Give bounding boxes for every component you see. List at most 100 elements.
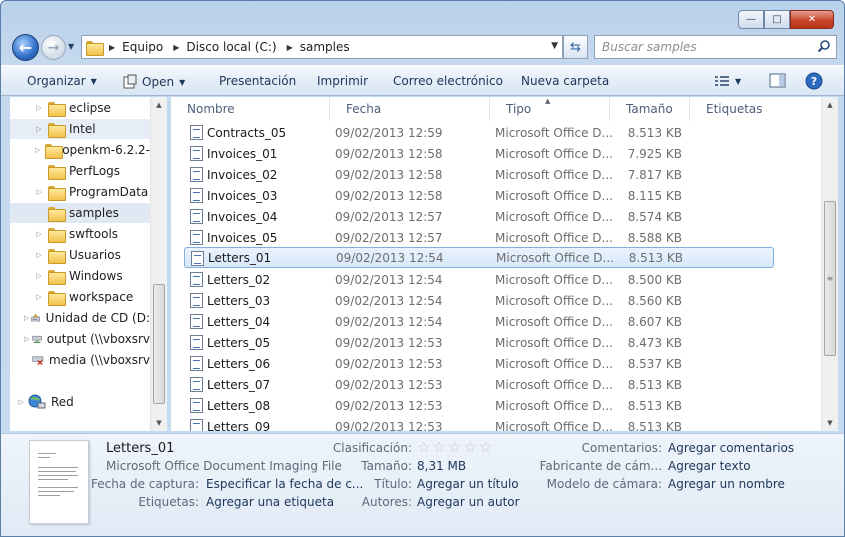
document-imaging-file-icon [190,398,203,413]
nav-item-swftools[interactable]: ▷ swftools [10,224,150,244]
expand-icon[interactable]: ▷ [34,272,44,280]
nav-item-label: openkm-6.2.2- [62,143,150,157]
tags-field[interactable]: Agregar una etiqueta [206,495,334,509]
expand-icon[interactable]: ▷ [24,335,30,343]
slideshow-button[interactable]: Presentación [219,74,296,88]
camera-model-field[interactable]: Agregar un nombre [668,477,785,491]
file-row[interactable]: Invoices_04 09/02/2013 12:57 Microsoft O… [184,206,774,227]
folder-icon [48,206,66,222]
file-row[interactable]: Invoices_02 09/02/2013 12:58 Microsoft O… [184,164,774,185]
column-header-name[interactable]: Nombre [171,97,330,121]
star-icon[interactable]: ☆ [463,440,476,455]
comments-field[interactable]: Agregar comentarios [668,441,794,455]
column-header-date[interactable]: Fecha [330,97,490,121]
file-row[interactable]: Letters_04 09/02/2013 12:54 Microsoft Of… [184,311,774,332]
file-row[interactable]: Letters_07 09/02/2013 12:53 Microsoft Of… [184,374,774,395]
nav-item-network[interactable]: ▷ Red [10,392,150,412]
help-button[interactable]: ? [805,72,823,90]
file-row[interactable]: Contracts_05 09/02/2013 12:59 Microsoft … [184,122,774,143]
file-row[interactable]: Invoices_05 09/02/2013 12:57 Microsoft O… [184,227,774,248]
breadcrumb-disco-local[interactable]: Disco local (C:) [186,40,276,54]
chevron-down-icon: ▼ [90,76,97,86]
nav-item-perflogs[interactable]: PerfLogs [10,161,150,181]
expand-icon[interactable]: ▷ [34,188,44,196]
scroll-up-icon[interactable]: ▲ [151,97,167,113]
address-bar[interactable]: ▶ Equipo ▶ Disco local (C:) ▶ samples ▼ [81,35,563,59]
nav-item-cd-drive[interactable]: ▷ Unidad de CD (D: [10,308,150,328]
file-row[interactable]: Invoices_03 09/02/2013 12:58 Microsoft O… [184,185,774,206]
scroll-up-icon[interactable]: ▲ [822,97,838,113]
nav-item-openkm[interactable]: ▷ openkm-6.2.2- [10,140,150,160]
minimize-button[interactable]: — [738,10,764,29]
column-header-tags[interactable]: Etiquetas [690,97,800,121]
search-icon[interactable] [817,39,831,53]
new-folder-button[interactable]: Nueva carpeta [521,74,609,88]
open-button[interactable]: Open ▼ [122,74,185,90]
search-input[interactable]: Buscar samples [594,35,837,59]
capture-date-field[interactable]: Especificar la fecha de c... [206,477,363,491]
expand-icon[interactable]: ▷ [34,104,44,112]
recent-pages-dropdown[interactable]: ▼ [68,42,74,51]
file-row[interactable]: Letters_09 09/02/2013 12:53 Microsoft Of… [184,416,774,431]
forward-button[interactable]: → [41,35,66,60]
scrollbar-thumb[interactable] [153,284,165,404]
expand-icon[interactable]: ▷ [34,293,44,301]
scrollbar-thumb[interactable]: ≡ [824,201,836,356]
breadcrumb-equipo[interactable]: Equipo [122,40,163,54]
file-row[interactable]: Letters_02 09/02/2013 12:54 Microsoft Of… [184,269,774,290]
nav-item-intel[interactable]: ▷ Intel [10,119,150,139]
document-imaging-file-icon [190,272,203,287]
refresh-button[interactable]: ⇆ [563,35,588,59]
file-row-selected[interactable]: Letters_01 09/02/2013 12:54 Microsoft Of… [184,247,774,268]
nav-item-samples[interactable]: samples [10,203,150,223]
size-value: 8,31 MB [417,459,467,473]
organize-button[interactable]: Organizar ▼ [27,74,97,88]
rating-stars[interactable]: ☆ ☆ ☆ ☆ ☆ [417,440,494,455]
chevron-right-icon[interactable]: ▶ [173,43,179,52]
file-row[interactable]: Letters_03 09/02/2013 12:54 Microsoft Of… [184,290,774,311]
title-field[interactable]: Agregar un título [417,477,519,491]
file-row[interactable]: Letters_06 09/02/2013 12:53 Microsoft Of… [184,353,774,374]
expand-icon[interactable]: ▷ [34,146,41,154]
nav-item-eclipse[interactable]: ▷ eclipse [10,98,150,118]
star-icon[interactable]: ☆ [417,440,430,455]
star-icon[interactable]: ☆ [432,440,445,455]
help-icon: ? [805,72,823,90]
file-list-scrollbar[interactable]: ▲ ≡ ▼ [821,97,838,431]
camera-maker-field[interactable]: Agregar texto [668,459,751,473]
chevron-right-icon[interactable]: ▶ [109,43,115,52]
back-button[interactable]: ← [12,34,39,61]
view-options-button[interactable]: ▼ [714,74,741,88]
nav-item-usuarios[interactable]: ▷ Usuarios [10,245,150,265]
close-button[interactable]: ✕ [790,10,834,29]
nav-item-workspace[interactable]: ▷ workspace [10,287,150,307]
expand-icon[interactable]: ▷ [34,125,44,133]
star-icon[interactable]: ☆ [479,440,492,455]
file-row[interactable]: Letters_05 09/02/2013 12:53 Microsoft Of… [184,332,774,353]
expand-icon[interactable]: ▷ [34,251,44,259]
nav-item-media-share[interactable]: media (\\vboxsrv [10,350,150,370]
file-row[interactable]: Invoices_01 09/02/2013 12:58 Microsoft O… [184,143,774,164]
nav-item-programdata[interactable]: ▷ ProgramData [10,182,150,202]
column-header-size[interactable]: Tamaño [610,97,690,121]
nav-item-output-share[interactable]: ▷ output (\\vboxsrv [10,329,150,349]
address-dropdown-icon[interactable]: ▼ [551,41,558,51]
file-date: 09/02/2013 12:58 [335,167,443,182]
breadcrumb-samples[interactable]: samples [300,40,350,54]
file-row[interactable]: Letters_08 09/02/2013 12:53 Microsoft Of… [184,395,774,416]
scroll-down-icon[interactable]: ▼ [151,415,167,431]
maximize-button[interactable]: □ [764,10,790,29]
expand-icon[interactable]: ▷ [34,230,44,238]
nav-pane-scrollbar[interactable]: ▲ ▼ [150,97,167,431]
scroll-down-icon[interactable]: ▼ [822,415,838,431]
star-icon[interactable]: ☆ [448,440,461,455]
preview-pane-button[interactable] [769,72,786,89]
chevron-right-icon[interactable]: ▶ [287,43,293,52]
nav-item-windows[interactable]: ▷ Windows [10,266,150,286]
column-header-type[interactable]: Tipo [490,97,610,121]
authors-field[interactable]: Agregar un autor [417,495,520,509]
expand-icon[interactable]: ▷ [16,398,26,406]
print-button[interactable]: Imprimir [317,74,368,88]
email-button[interactable]: Correo electrónico [393,74,503,88]
expand-icon[interactable]: ▷ [24,314,29,322]
